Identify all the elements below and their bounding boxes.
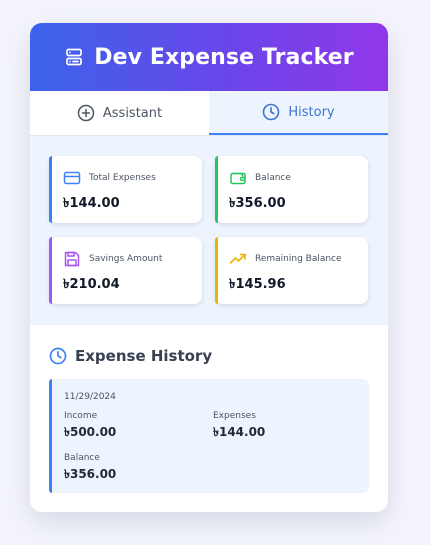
server-icon bbox=[64, 47, 84, 67]
clock-icon bbox=[262, 103, 280, 121]
tab-history[interactable]: History bbox=[209, 91, 388, 135]
app-title: Dev Expense Tracker bbox=[94, 44, 354, 70]
total-expenses-card: Total Expenses ৳144.00 bbox=[49, 156, 202, 223]
tab-history-label: History bbox=[288, 104, 335, 120]
credit-card-icon bbox=[63, 169, 81, 187]
entry-income-value: ৳500.00 bbox=[64, 425, 117, 439]
entry-balance-value: ৳356.00 bbox=[64, 467, 117, 481]
save-icon bbox=[63, 250, 81, 268]
tab-assistant-label: Assistant bbox=[102, 105, 163, 121]
entry-expenses-value: ৳144.00 bbox=[213, 425, 266, 439]
clock-icon bbox=[49, 347, 67, 365]
remaining-balance-card: Remaining Balance ৳145.96 bbox=[215, 237, 368, 304]
entry-date: 11/29/2024 bbox=[64, 392, 116, 402]
wallet-icon bbox=[229, 169, 247, 187]
app-header: Dev Expense Tracker bbox=[30, 23, 388, 91]
tab-bar: Assistant History bbox=[30, 91, 388, 136]
entry-income-label: Income bbox=[64, 411, 98, 421]
tab-assistant[interactable]: Assistant bbox=[30, 91, 209, 135]
expense-history-section: Expense History 11/29/2024 Income ৳500.0… bbox=[30, 325, 388, 493]
summary-panel: Total Expenses ৳144.00 Balance ৳356.00 S… bbox=[30, 136, 388, 325]
balance-label: Balance bbox=[255, 173, 291, 183]
entry-balance-label: Balance bbox=[64, 453, 100, 463]
trending-up-icon bbox=[229, 250, 247, 268]
history-entry: 11/29/2024 Income ৳500.00 Expenses ৳144.… bbox=[49, 379, 369, 493]
remaining-balance-label: Remaining Balance bbox=[255, 254, 342, 264]
expense-history-title: Expense History bbox=[75, 347, 213, 365]
savings-amount-value: ৳210.04 bbox=[63, 277, 120, 292]
plus-circle-icon bbox=[77, 104, 95, 122]
balance-value: ৳356.00 bbox=[229, 196, 286, 211]
balance-card: Balance ৳356.00 bbox=[215, 156, 368, 223]
entry-expenses-label: Expenses bbox=[213, 411, 256, 421]
savings-amount-label: Savings Amount bbox=[89, 254, 163, 264]
entry-expenses: Expenses ৳144.00 bbox=[213, 411, 353, 444]
entry-balance: Balance ৳356.00 bbox=[64, 453, 213, 486]
savings-amount-card: Savings Amount ৳210.04 bbox=[49, 237, 202, 304]
entry-income: Income ৳500.00 bbox=[64, 411, 213, 444]
remaining-balance-value: ৳145.96 bbox=[229, 277, 286, 292]
total-expenses-label: Total Expenses bbox=[89, 173, 156, 183]
total-expenses-value: ৳144.00 bbox=[63, 196, 120, 211]
expense-tracker-card: Dev Expense Tracker Assistant History To… bbox=[30, 23, 388, 512]
